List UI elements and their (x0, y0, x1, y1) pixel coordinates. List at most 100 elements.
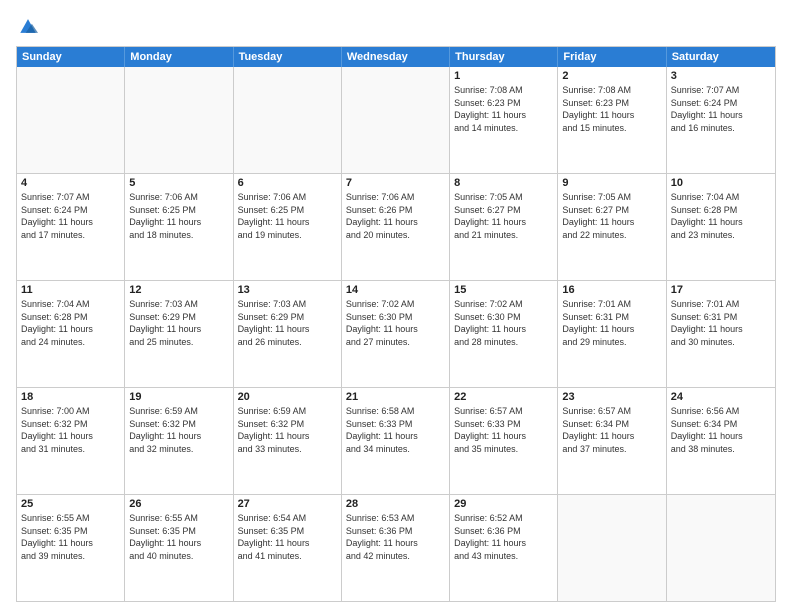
day-cell-5: 5 Sunrise: 7:06 AMSunset: 6:25 PMDaylight… (125, 174, 233, 280)
day-cell-22: 22 Sunrise: 6:57 AMSunset: 6:33 PMDayligh… (450, 388, 558, 494)
day-cell-8: 8 Sunrise: 7:05 AMSunset: 6:27 PMDaylight… (450, 174, 558, 280)
day-cell-13: 13 Sunrise: 7:03 AMSunset: 6:29 PMDayligh… (234, 281, 342, 387)
header-day-monday: Monday (125, 47, 233, 67)
day-info: Sunrise: 6:56 AMSunset: 6:34 PMDaylight:… (671, 405, 771, 455)
day-info: Sunrise: 6:57 AMSunset: 6:33 PMDaylight:… (454, 405, 553, 455)
day-number: 25 (21, 498, 120, 510)
day-number: 28 (346, 498, 445, 510)
day-number: 12 (129, 284, 228, 296)
day-cell-12: 12Sunrise: 7:03 AMSunset: 6:29 PMDayligh… (125, 281, 233, 387)
day-cell-23: 23 Sunrise: 6:57 AMSunset: 6:34 PMDayligh… (558, 388, 666, 494)
day-info: Sunrise: 7:05 AMSunset: 6:27 PMDaylight:… (454, 191, 553, 241)
day-number: 8 (454, 177, 553, 189)
day-cell-29: 29Sunrise: 6:52 AMSunset: 6:36 PMDayligh… (450, 495, 558, 601)
day-cell-18: 18 Sunrise: 7:00 AMSunset: 6:32 PMDayligh… (17, 388, 125, 494)
calendar-header: SundayMondayTuesdayWednesdayThursdayFrid… (17, 47, 775, 67)
empty-cell (558, 495, 666, 601)
day-info: Sunrise: 6:57 AMSunset: 6:34 PMDaylight:… (562, 405, 661, 455)
day-number: 22 (454, 391, 553, 403)
day-number: 3 (671, 70, 771, 82)
day-info: Sunrise: 7:07 AMSunset: 6:24 PMDaylight:… (21, 191, 120, 241)
header-day-wednesday: Wednesday (342, 47, 450, 67)
header-day-saturday: Saturday (667, 47, 775, 67)
logo-icon (16, 16, 40, 36)
day-info: Sunrise: 7:02 AMSunset: 6:30 PMDaylight:… (454, 298, 553, 348)
calendar-row-3: 18 Sunrise: 7:00 AMSunset: 6:32 PMDayligh… (17, 387, 775, 494)
day-number: 1 (454, 70, 553, 82)
day-info: Sunrise: 6:58 AMSunset: 6:33 PMDaylight:… (346, 405, 445, 455)
day-cell-16: 16 Sunrise: 7:01 AMSunset: 6:31 PMDayligh… (558, 281, 666, 387)
day-number: 16 (562, 284, 661, 296)
calendar-row-2: 11 Sunrise: 7:04 AMSunset: 6:28 PMDayligh… (17, 280, 775, 387)
calendar-row-1: 4 Sunrise: 7:07 AMSunset: 6:24 PMDaylight… (17, 173, 775, 280)
day-number: 27 (238, 498, 337, 510)
day-info: Sunrise: 6:55 AMSunset: 6:35 PMDaylight:… (21, 512, 120, 562)
day-number: 6 (238, 177, 337, 189)
day-info: Sunrise: 7:04 AMSunset: 6:28 PMDaylight:… (21, 298, 120, 348)
day-cell-10: 10 Sunrise: 7:04 AMSunset: 6:28 PMDayligh… (667, 174, 775, 280)
day-info: Sunrise: 6:59 AMSunset: 6:32 PMDaylight:… (238, 405, 337, 455)
day-number: 15 (454, 284, 553, 296)
day-number: 20 (238, 391, 337, 403)
day-cell-9: 9Sunrise: 7:05 AMSunset: 6:27 PMDaylight… (558, 174, 666, 280)
day-number: 13 (238, 284, 337, 296)
day-cell-25: 25 Sunrise: 6:55 AMSunset: 6:35 PMDayligh… (17, 495, 125, 601)
empty-cell (125, 67, 233, 173)
day-number: 23 (562, 391, 661, 403)
day-info: Sunrise: 7:08 AMSunset: 6:23 PMDaylight:… (562, 84, 661, 134)
logo (16, 16, 44, 36)
day-info: Sunrise: 7:06 AMSunset: 6:25 PMDaylight:… (238, 191, 337, 241)
day-info: Sunrise: 7:06 AMSunset: 6:26 PMDaylight:… (346, 191, 445, 241)
day-cell-15: 15 Sunrise: 7:02 AMSunset: 6:30 PMDayligh… (450, 281, 558, 387)
day-info: Sunrise: 6:55 AMSunset: 6:35 PMDaylight:… (129, 512, 228, 562)
empty-cell (17, 67, 125, 173)
day-cell-2: 2Sunrise: 7:08 AMSunset: 6:23 PMDaylight… (558, 67, 666, 173)
day-cell-24: 24 Sunrise: 6:56 AMSunset: 6:34 PMDayligh… (667, 388, 775, 494)
day-cell-26: 26 Sunrise: 6:55 AMSunset: 6:35 PMDayligh… (125, 495, 233, 601)
day-info: Sunrise: 7:03 AMSunset: 6:29 PMDaylight:… (238, 298, 337, 348)
day-info: Sunrise: 7:06 AMSunset: 6:25 PMDaylight:… (129, 191, 228, 241)
empty-cell (342, 67, 450, 173)
day-number: 18 (21, 391, 120, 403)
calendar-row-4: 25 Sunrise: 6:55 AMSunset: 6:35 PMDayligh… (17, 494, 775, 601)
day-number: 17 (671, 284, 771, 296)
day-info: Sunrise: 7:04 AMSunset: 6:28 PMDaylight:… (671, 191, 771, 241)
day-cell-19: 19Sunrise: 6:59 AMSunset: 6:32 PMDayligh… (125, 388, 233, 494)
day-cell-21: 21Sunrise: 6:58 AMSunset: 6:33 PMDayligh… (342, 388, 450, 494)
day-info: Sunrise: 6:53 AMSunset: 6:36 PMDaylight:… (346, 512, 445, 562)
day-cell-1: 1 Sunrise: 7:08 AMSunset: 6:23 PMDaylight… (450, 67, 558, 173)
header-day-friday: Friday (558, 47, 666, 67)
day-number: 5 (129, 177, 228, 189)
day-number: 10 (671, 177, 771, 189)
day-info: Sunrise: 7:05 AMSunset: 6:27 PMDaylight:… (562, 191, 661, 241)
header-day-thursday: Thursday (450, 47, 558, 67)
day-info: Sunrise: 7:01 AMSunset: 6:31 PMDaylight:… (671, 298, 771, 348)
day-cell-3: 3 Sunrise: 7:07 AMSunset: 6:24 PMDaylight… (667, 67, 775, 173)
day-number: 14 (346, 284, 445, 296)
empty-cell (667, 495, 775, 601)
day-number: 19 (129, 391, 228, 403)
page: SundayMondayTuesdayWednesdayThursdayFrid… (0, 0, 792, 612)
header-day-sunday: Sunday (17, 47, 125, 67)
day-info: Sunrise: 7:00 AMSunset: 6:32 PMDaylight:… (21, 405, 120, 455)
day-cell-4: 4 Sunrise: 7:07 AMSunset: 6:24 PMDaylight… (17, 174, 125, 280)
empty-cell (234, 67, 342, 173)
day-cell-28: 28 Sunrise: 6:53 AMSunset: 6:36 PMDayligh… (342, 495, 450, 601)
day-cell-17: 17 Sunrise: 7:01 AMSunset: 6:31 PMDayligh… (667, 281, 775, 387)
day-number: 4 (21, 177, 120, 189)
day-cell-20: 20 Sunrise: 6:59 AMSunset: 6:32 PMDayligh… (234, 388, 342, 494)
day-info: Sunrise: 7:08 AMSunset: 6:23 PMDaylight:… (454, 84, 553, 134)
calendar-row-0: 1 Sunrise: 7:08 AMSunset: 6:23 PMDaylight… (17, 67, 775, 173)
day-cell-11: 11 Sunrise: 7:04 AMSunset: 6:28 PMDayligh… (17, 281, 125, 387)
day-cell-14: 14Sunrise: 7:02 AMSunset: 6:30 PMDayligh… (342, 281, 450, 387)
day-number: 11 (21, 284, 120, 296)
calendar-body: 1 Sunrise: 7:08 AMSunset: 6:23 PMDaylight… (17, 67, 775, 601)
day-number: 29 (454, 498, 553, 510)
day-number: 26 (129, 498, 228, 510)
day-info: Sunrise: 7:07 AMSunset: 6:24 PMDaylight:… (671, 84, 771, 134)
day-info: Sunrise: 7:01 AMSunset: 6:31 PMDaylight:… (562, 298, 661, 348)
day-number: 24 (671, 391, 771, 403)
calendar: SundayMondayTuesdayWednesdayThursdayFrid… (16, 46, 776, 602)
day-cell-6: 6 Sunrise: 7:06 AMSunset: 6:25 PMDaylight… (234, 174, 342, 280)
day-number: 7 (346, 177, 445, 189)
